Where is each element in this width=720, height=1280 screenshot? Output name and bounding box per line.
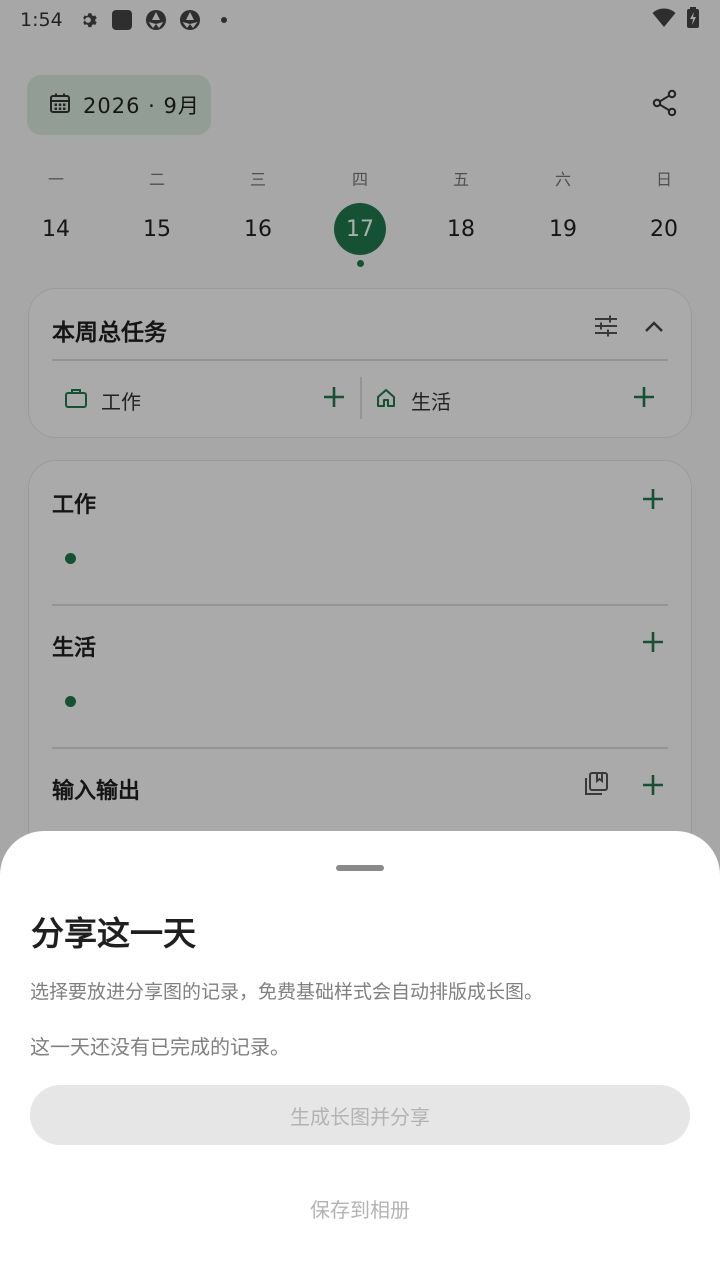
drag-handle[interactable] [336, 865, 384, 871]
generate-share-button[interactable]: 生成长图并分享 [30, 1085, 690, 1145]
share-bottom-sheet: 分享这一天 选择要放进分享图的记录，免费基础样式会自动排版成长图。 这一天还没有… [0, 831, 720, 1280]
sheet-description: 选择要放进分享图的记录，免费基础样式会自动排版成长图。 [30, 981, 544, 1003]
empty-records-message: 这一天还没有已完成的记录。 [30, 1035, 290, 1059]
save-to-album-button[interactable]: 保存到相册 [260, 1191, 460, 1225]
sheet-title: 分享这一天 [31, 914, 196, 953]
